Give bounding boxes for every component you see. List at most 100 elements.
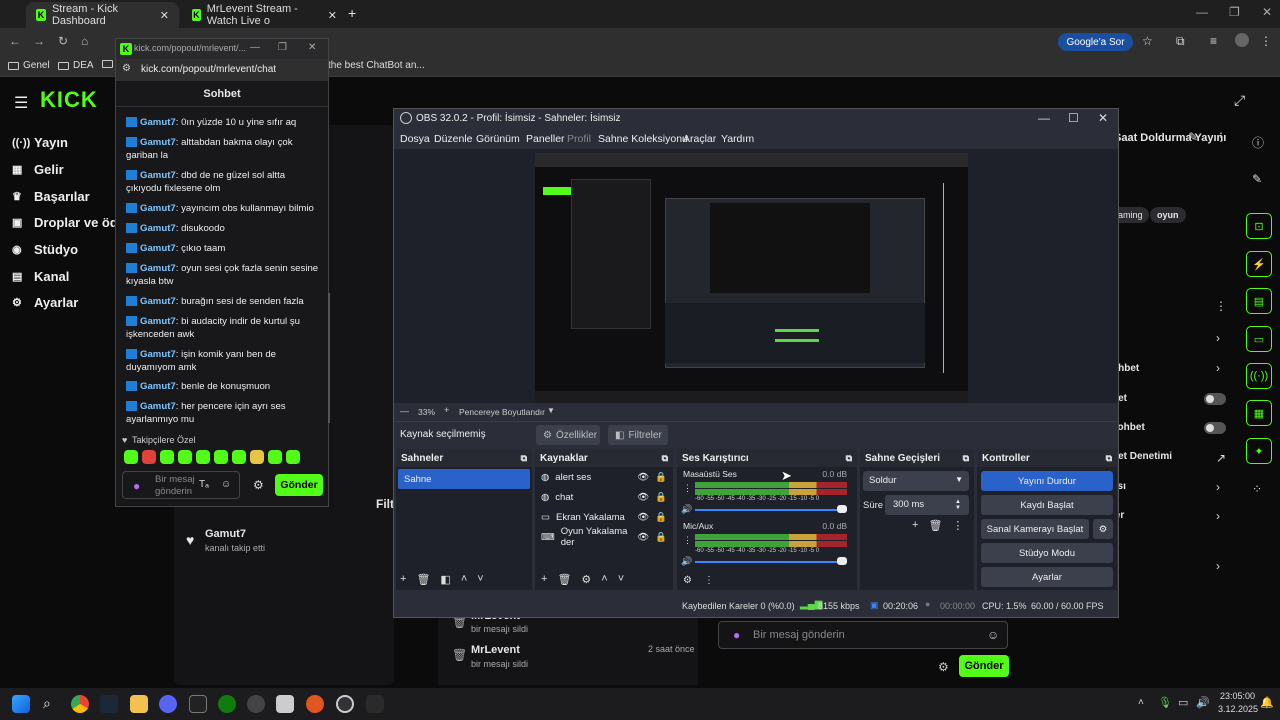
apps-icon[interactable]: ⁘ xyxy=(1252,482,1262,496)
clipboard-icon[interactable]: ▤ xyxy=(1246,288,1272,314)
bolt-icon[interactable]: ⚡ xyxy=(1246,251,1272,277)
home-icon[interactable]: ⌂ xyxy=(81,34,88,48)
file-explorer-icon[interactable] xyxy=(130,695,148,713)
emote-icon[interactable] xyxy=(250,450,264,464)
more-icon[interactable]: ⋮ xyxy=(952,519,963,532)
eye-icon[interactable]: 👁 xyxy=(637,472,649,483)
undock-icon[interactable]: ⧉ xyxy=(662,453,668,464)
menu-yardim[interactable]: Yardım xyxy=(721,133,754,145)
search-icon[interactable]: ⌕ xyxy=(43,695,51,712)
more-icon[interactable]: ⋮ xyxy=(683,535,692,546)
send-button[interactable]: Gönder xyxy=(275,474,323,496)
chat-icon[interactable]: ▭ xyxy=(1246,326,1272,352)
edit-icon[interactable]: ✎ xyxy=(1188,130,1198,144)
bookmark-chatbot[interactable]: the best ChatBot an... xyxy=(328,60,425,71)
nav-yayin[interactable]: ((·)) Yayın xyxy=(12,135,68,150)
epic-games-icon[interactable] xyxy=(189,695,207,713)
lock-icon[interactable]: 🔒 xyxy=(655,472,667,483)
emoji-icon[interactable]: ☺ xyxy=(987,628,999,642)
forward-icon[interactable]: → xyxy=(33,34,45,48)
settings-button[interactable]: Ayarlar xyxy=(981,567,1113,587)
broadcast-icon[interactable]: ((·)) xyxy=(1246,363,1272,389)
arrow-up-icon[interactable]: ˄ xyxy=(461,573,467,586)
wrench-icon[interactable]: ✦ xyxy=(1246,438,1272,464)
more-icon[interactable]: ⋮ xyxy=(683,483,692,494)
volume-icon[interactable]: 🔊 xyxy=(681,556,692,567)
lock-icon[interactable]: 🔒 xyxy=(655,492,667,503)
chevron-right-icon[interactable]: › xyxy=(1216,331,1220,345)
trash-icon[interactable]: 🗑 xyxy=(416,573,430,586)
nav-kanal[interactable]: ▤ Kanal xyxy=(12,269,69,284)
kick-send-button[interactable]: Gönder xyxy=(959,655,1009,677)
eye-icon[interactable]: 👁 xyxy=(637,492,649,503)
close-icon[interactable]: ✕ xyxy=(308,42,316,53)
source-item[interactable]: ⌨ Oyun Yakalama der 👁 🔒 xyxy=(535,526,673,548)
source-item[interactable]: ◍ alert ses 👁 🔒 xyxy=(535,467,673,487)
undock-icon[interactable]: ⧉ xyxy=(521,453,527,464)
slider-handle[interactable] xyxy=(837,557,847,565)
external-link-icon[interactable]: ↗ xyxy=(1216,451,1226,465)
properties-button[interactable]: ⚙ Özellikler xyxy=(536,425,600,445)
chevron-right-icon[interactable]: › xyxy=(1216,480,1220,494)
volume-icon[interactable]: 🔊 xyxy=(1196,696,1210,709)
chevron-right-icon[interactable]: › xyxy=(1216,509,1220,523)
maximize-icon[interactable]: ❐ xyxy=(278,42,287,53)
reload-icon[interactable]: ↻ xyxy=(58,34,68,48)
gear-icon[interactable]: ⚙ xyxy=(1093,519,1113,539)
chrome-icon[interactable] xyxy=(71,695,89,713)
extensions-icon[interactable]: ⧉ xyxy=(1176,34,1185,49)
mic-icon[interactable]: ● xyxy=(733,628,740,642)
eye-icon[interactable]: 👁 xyxy=(637,532,649,543)
chat-username[interactable]: Gamut7 xyxy=(140,381,176,392)
menu-araclar[interactable]: Araçlar xyxy=(683,133,716,145)
undock-icon[interactable]: ⧉ xyxy=(846,453,852,464)
bookmark-dea[interactable]: DEA xyxy=(58,60,94,71)
kick-logo[interactable]: KICK xyxy=(40,87,98,113)
discord-icon[interactable] xyxy=(159,695,177,713)
gear-icon[interactable]: ⚙ xyxy=(683,575,692,586)
bookmark-folder[interactable] xyxy=(102,60,113,68)
start-virtual-cam-button[interactable]: Sanal Kamerayı Başlat xyxy=(981,519,1089,539)
nav-basarilar[interactable]: ♛ Başarılar xyxy=(12,189,90,204)
trash-icon[interactable]: 🗑 xyxy=(928,519,942,532)
activity-user[interactable]: MrLevent xyxy=(471,644,520,656)
windows-start-icon[interactable] xyxy=(12,695,30,713)
obs-taskbar-icon[interactable] xyxy=(336,695,354,713)
emote-icon[interactable] xyxy=(196,450,210,464)
notification-icon[interactable]: 🔔 xyxy=(1260,696,1274,709)
maximize-icon[interactable]: ☐ xyxy=(1068,111,1079,125)
hamburger-icon[interactable]: ☰ xyxy=(14,93,28,113)
avatar[interactable] xyxy=(1235,33,1249,47)
add-icon[interactable]: + xyxy=(541,573,547,586)
emote-icon[interactable] xyxy=(214,450,228,464)
back-icon[interactable]: ← xyxy=(9,34,21,48)
app-icon[interactable] xyxy=(366,695,384,713)
mic-icon[interactable]: ● xyxy=(133,479,140,493)
google-ask-button[interactable]: Google'a Sor xyxy=(1058,33,1133,51)
arrow-up-icon[interactable]: ˄ xyxy=(601,573,607,586)
more-icon[interactable]: ⋮ xyxy=(1260,34,1272,48)
panel-item[interactable]: bet Denetimi xyxy=(1112,451,1172,462)
chevron-up-icon[interactable]: ˄ xyxy=(1138,697,1144,708)
undock-icon[interactable]: ⧉ xyxy=(1106,453,1112,464)
minimize-icon[interactable]: — xyxy=(1038,111,1050,125)
preview-canvas[interactable] xyxy=(535,153,968,403)
new-tab-icon[interactable]: + xyxy=(348,5,356,21)
transition-select[interactable]: Soldur ▼ xyxy=(863,471,969,491)
chat-username[interactable]: Gamut7 xyxy=(140,296,176,307)
more-icon[interactable]: ⋮ xyxy=(1215,299,1227,313)
more-icon[interactable]: ⋮ xyxy=(1215,130,1227,144)
nav-ayarlar[interactable]: ⚙ Ayarlar xyxy=(12,295,78,310)
lock-icon[interactable]: 🔒 xyxy=(655,532,667,543)
chevron-right-icon[interactable]: › xyxy=(1216,559,1220,573)
more-icon[interactable]: ⋮ xyxy=(704,575,714,586)
chat-username[interactable]: Gamut7 xyxy=(140,243,176,254)
chat-username[interactable]: Gamut7 xyxy=(140,203,176,214)
nav-studyo[interactable]: ◉ Stüdyo xyxy=(12,242,78,257)
volume-slider[interactable] xyxy=(695,509,847,511)
chat-username[interactable]: Gamut7 xyxy=(140,223,176,234)
chevron-right-icon[interactable]: › xyxy=(1216,361,1220,375)
close-window-icon[interactable]: ✕ xyxy=(1262,5,1272,19)
bookmark-genel[interactable]: Genel xyxy=(8,60,50,71)
mic-tray-icon[interactable]: 🎙 xyxy=(1158,696,1172,709)
